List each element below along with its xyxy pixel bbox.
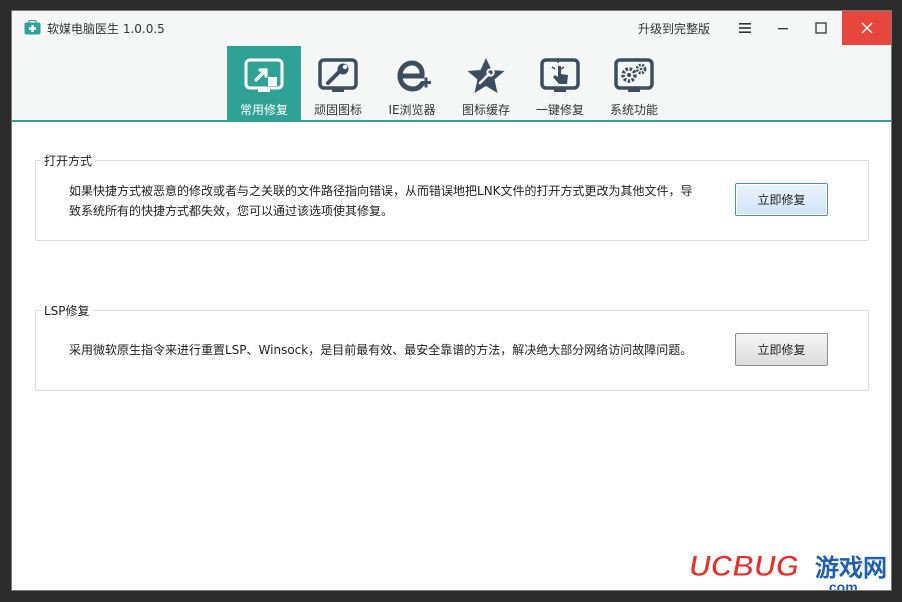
tab-label: 图标缓存	[461, 103, 510, 117]
group-title: LSP修复	[41, 302, 93, 319]
repair-lsp-button[interactable]: 立即修复	[735, 333, 828, 366]
group-lsp-repair: LSP修复 采用微软原生指令来进行重置LSP、Winsock，是目前最有效、最安…	[35, 302, 869, 391]
gears-window-icon	[613, 55, 655, 97]
toolbar-divider	[12, 120, 891, 122]
tab-label: 常用修复	[239, 103, 288, 117]
group-open-method: 打开方式 如果快捷方式被恶意的修改或者与之关联的文件路径指向错误，从而错误地把L…	[35, 152, 869, 241]
minimize-icon	[778, 28, 788, 30]
minimize-button[interactable]	[766, 11, 800, 45]
ie-plus-icon	[391, 55, 433, 97]
repair-open-method-button[interactable]: 立即修复	[735, 183, 828, 216]
tab-one-click-repair[interactable]: 一键修复	[523, 46, 597, 121]
menu-button[interactable]	[728, 11, 762, 45]
watermark-suffix: .com	[825, 579, 858, 591]
main-toolbar: 常用修复 顽固图标 IE浏览器 图标缓存 一键修复 系统功能	[12, 46, 891, 121]
upgrade-link[interactable]: 升级到完整版	[638, 20, 710, 37]
watermark-cn: 游戏网	[815, 554, 887, 582]
group-description: 采用微软原生指令来进行重置LSP、Winsock，是目前最有效、最安全靠谱的方法…	[69, 340, 709, 360]
tab-label: IE浏览器	[388, 103, 436, 117]
title-bar[interactable]: 软媒电脑医生 1.0.0.5 升级到完整版	[12, 11, 891, 46]
group-title: 打开方式	[41, 152, 96, 169]
window-pointer-icon	[243, 55, 285, 97]
description-line: 致系统所有的快捷方式都失效，您可以通过该选项使其修复。	[69, 204, 394, 218]
maximize-button[interactable]	[804, 11, 838, 45]
app-logo-icon	[24, 19, 41, 35]
description-line: 采用微软原生指令来进行重置LSP、Winsock，是目前最有效、最安全靠谱的方法…	[69, 343, 693, 357]
group-description: 如果快捷方式被恶意的修改或者与之关联的文件路径指向错误，从而错误地把LNK文件的…	[69, 181, 709, 221]
app-window: 软媒电脑医生 1.0.0.5 升级到完整版 常用修复 顽固图标 IE浏览器 图标…	[11, 10, 892, 591]
tab-system-functions[interactable]: 系统功能	[597, 46, 671, 121]
app-title: 软媒电脑医生 1.0.0.5	[47, 22, 165, 36]
menu-icon	[739, 23, 751, 33]
description-line: 如果快捷方式被恶意的修改或者与之关联的文件路径指向错误，从而错误地把LNK文件的…	[69, 184, 693, 198]
tab-common-repair[interactable]: 常用修复	[227, 46, 301, 121]
watermark-brand: UCBUG	[689, 550, 799, 583]
close-button[interactable]	[842, 11, 891, 45]
maximize-icon	[815, 22, 827, 34]
hand-click-icon	[539, 55, 581, 97]
window-wrench-icon	[317, 55, 359, 97]
tab-label: 一键修复	[535, 103, 584, 117]
star-wrench-icon	[465, 55, 507, 97]
tab-stubborn-icons[interactable]: 顽固图标	[301, 46, 375, 121]
ucbug-watermark: UCBUG 游戏网 .com	[687, 546, 891, 591]
tab-label: 系统功能	[609, 103, 658, 117]
tab-label: 顽固图标	[313, 103, 362, 117]
tab-icon-cache[interactable]: 图标缓存	[449, 46, 523, 121]
close-icon	[860, 22, 873, 34]
tab-ie-browser[interactable]: IE浏览器	[375, 46, 449, 121]
